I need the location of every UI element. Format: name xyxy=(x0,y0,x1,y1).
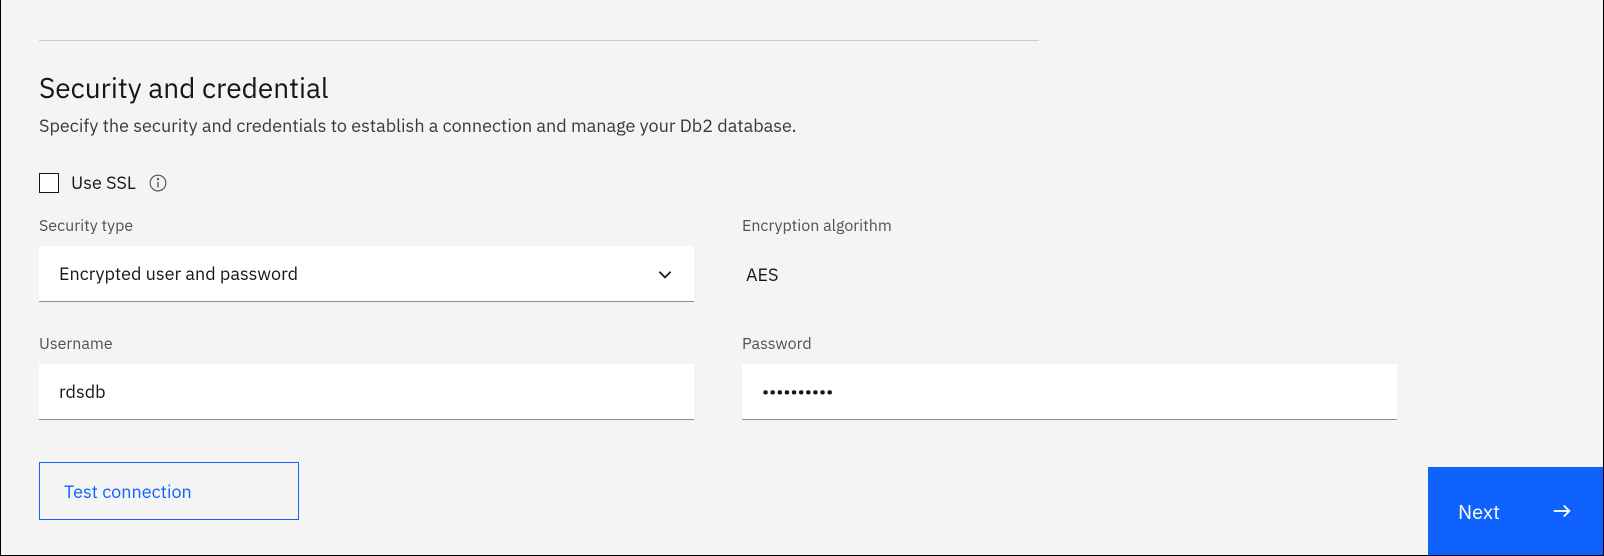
next-button[interactable]: Next xyxy=(1428,467,1603,555)
security-type-select[interactable]: Encrypted user and password xyxy=(39,246,694,302)
next-button-label: Next xyxy=(1458,498,1500,525)
section-description: Specify the security and credentials to … xyxy=(39,114,1565,137)
security-type-value: Encrypted user and password xyxy=(59,262,656,285)
info-icon[interactable] xyxy=(148,173,168,193)
section-title: Security and credential xyxy=(39,69,1565,106)
password-label: Password xyxy=(742,334,1397,354)
security-type-label: Security type xyxy=(39,216,694,236)
encryption-algorithm-value: AES xyxy=(742,246,1397,302)
username-label: Username xyxy=(39,334,694,354)
arrow-right-icon xyxy=(1551,500,1573,522)
divider xyxy=(39,40,1039,41)
encryption-algorithm-label: Encryption algorithm xyxy=(742,216,1397,236)
password-input[interactable] xyxy=(742,364,1397,420)
test-connection-button[interactable]: Test connection xyxy=(39,462,299,520)
chevron-down-icon xyxy=(656,265,674,283)
username-input[interactable] xyxy=(39,364,694,420)
use-ssl-checkbox[interactable] xyxy=(39,173,59,193)
use-ssl-label: Use SSL xyxy=(71,171,136,194)
